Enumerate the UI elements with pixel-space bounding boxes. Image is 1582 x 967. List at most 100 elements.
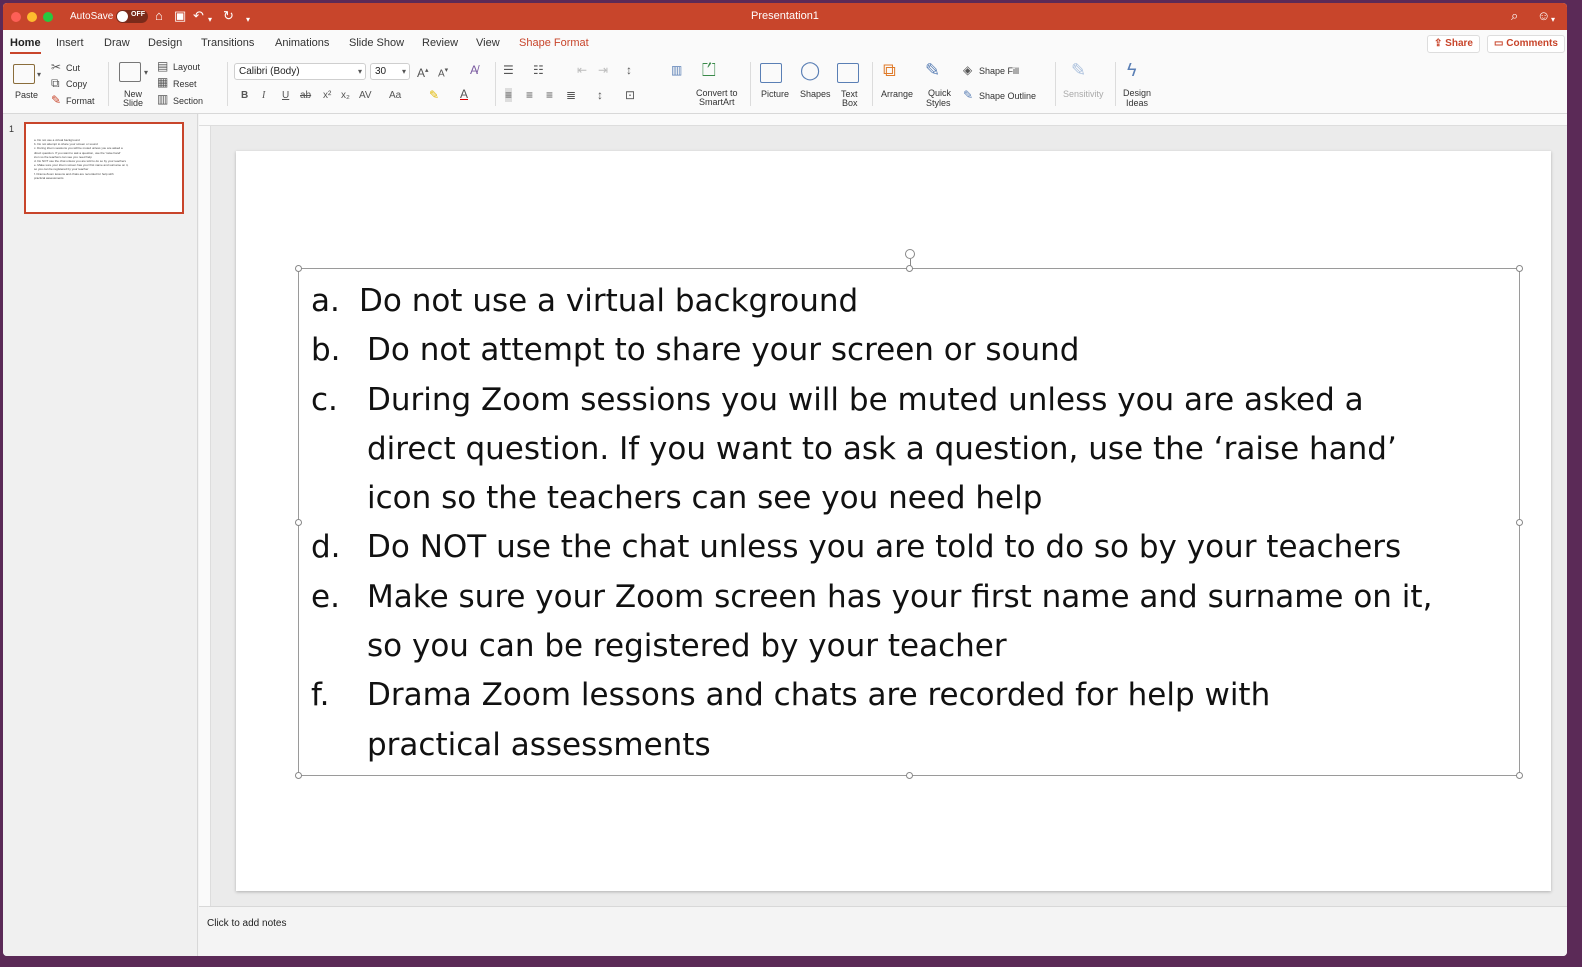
tab-home[interactable]: Home [10,37,41,54]
resize-handle-bottom-right[interactable] [1516,772,1523,779]
paste-dropdown-icon[interactable]: ▾ [37,68,41,82]
share-button[interactable]: ⇪ Share [1427,35,1480,53]
shape-outline-icon[interactable]: ✎ [963,88,973,102]
search-icon[interactable]: ⌕ [1511,8,1518,24]
shape-fill-icon[interactable]: ◈ [963,63,972,77]
document-title: Presentation1 [751,10,819,22]
arrange-label[interactable]: Arrange [881,89,913,99]
tab-shape-format[interactable]: Shape Format [519,37,589,49]
justify-icon[interactable]: ≣ [566,88,576,102]
new-slide-dropdown-icon[interactable]: ▾ [144,66,148,80]
reset-icon[interactable]: ▦ [157,75,168,89]
copy-label[interactable]: Copy [66,79,87,89]
text-box-label-2[interactable]: Box [842,98,858,108]
tab-slide-show[interactable]: Slide Show [349,37,404,49]
design-ideas-label-2[interactable]: Ideas [1126,98,1148,108]
shape-outline-label[interactable]: Shape Outline [979,91,1036,101]
tab-view[interactable]: View [476,37,500,49]
design-ideas-label-1[interactable]: Design [1123,88,1151,98]
quick-styles-label-2[interactable]: Styles [926,98,951,108]
font-size-select[interactable]: 30 ▾ [370,63,410,80]
resize-handle-bottom[interactable] [906,772,913,779]
section-label[interactable]: Section [173,96,203,106]
reset-label[interactable]: Reset [173,79,197,89]
picture-label[interactable]: Picture [761,89,789,99]
resize-handle-left[interactable] [295,519,302,526]
powerpoint-window: AutoSave OFF ⌂ ▣ ↶ ▾ ↻ ▾ Presentation1 ⌕… [3,3,1567,956]
tab-design[interactable]: Design [148,37,182,49]
layout-icon[interactable]: ▤ [157,59,168,73]
align-left-icon[interactable]: ≡ [505,88,513,102]
highlight-icon[interactable]: ✎ [429,88,439,102]
slide[interactable]: a. Do not use a virtual background b. Do… [236,151,1551,891]
clear-formatting-icon[interactable]: A̸ [470,63,478,77]
cut-icon[interactable]: ✂ [51,60,61,74]
convert-smartart-label-2[interactable]: SmartArt [699,97,735,107]
account-icon[interactable]: ☺ [1537,8,1550,24]
quick-styles-label-1[interactable]: Quick [928,88,951,98]
account-dropdown-icon[interactable]: ▾ [1551,12,1555,28]
cut-label[interactable]: Cut [66,63,80,73]
align-center-icon[interactable]: ≡ [526,88,533,102]
shapes-label[interactable]: Shapes [800,89,831,99]
horizontal-ruler[interactable] [199,114,1567,126]
copy-icon[interactable]: ⧉ [51,76,60,90]
bullets-icon[interactable]: ☰ [503,63,514,77]
notes-pane[interactable]: Click to add notes [199,906,1567,956]
font-color-icon[interactable]: A [460,87,468,101]
text-box-icon[interactable] [837,63,859,83]
tab-animations[interactable]: Animations [275,37,329,49]
layout-label[interactable]: Layout [173,62,200,72]
underline-button[interactable]: U [282,89,289,103]
decrease-indent-icon[interactable]: ⇤ [577,63,587,77]
tab-draw[interactable]: Draw [104,37,130,49]
comments-button[interactable]: ▭ Comments [1487,35,1565,53]
character-spacing-button[interactable]: AV [359,89,372,103]
italic-button[interactable]: I [262,89,265,103]
columns-icon[interactable]: ▥ [671,63,682,77]
superscript-button[interactable]: x² [323,89,331,103]
section-icon[interactable]: ▥ [157,92,168,106]
quick-styles-icon[interactable]: ✎ [925,60,940,80]
tab-review[interactable]: Review [422,37,458,49]
align-text-icon[interactable]: ⊡ [625,88,635,102]
vertical-ruler[interactable] [199,126,211,906]
design-ideas-icon[interactable]: ϟ [1127,60,1137,80]
selected-text-box[interactable]: a. Do not use a virtual background b. Do… [295,249,1523,779]
resize-handle-top-right[interactable] [1516,265,1523,272]
notes-placeholder[interactable]: Click to add notes [207,918,287,929]
new-slide-icon[interactable] [119,62,141,82]
line-spacing-icon[interactable]: ↕ [626,63,632,77]
resize-handle-bottom-left[interactable] [295,772,302,779]
slide-thumbnail[interactable]: a. Do not use a virtual background b. Do… [24,122,184,214]
resize-handle-right[interactable] [1516,519,1523,526]
numbering-icon[interactable]: ☷ [533,63,544,77]
tab-transitions[interactable]: Transitions [201,37,254,49]
sensitivity-icon[interactable]: ✎ [1071,60,1086,80]
shapes-icon[interactable]: ◯ [800,60,820,80]
paste-label[interactable]: Paste [15,90,38,100]
bold-button[interactable]: B [241,89,248,103]
shape-fill-label[interactable]: Shape Fill [979,66,1019,76]
new-slide-label-2[interactable]: Slide [123,98,143,108]
text-direction-icon[interactable]: ↕ [597,88,603,102]
arrange-icon[interactable]: ⧉ [883,60,896,80]
subscript-button[interactable]: x₂ [341,89,350,103]
format-label[interactable]: Format [66,96,95,106]
align-right-icon[interactable]: ≡ [546,88,553,102]
format-painter-icon[interactable]: ✎ [51,93,61,107]
resize-handle-top-left[interactable] [295,265,302,272]
resize-handle-top[interactable] [906,265,913,272]
picture-icon[interactable] [760,63,782,83]
tab-insert[interactable]: Insert [56,37,84,49]
smartart-icon[interactable]: ⏍ [702,60,716,80]
paste-icon[interactable] [13,64,35,84]
font-name-select[interactable]: Calibri (Body) ▾ [234,63,366,80]
rotate-handle[interactable] [905,249,915,259]
sensitivity-label[interactable]: Sensitivity [1063,89,1104,99]
decrease-font-icon[interactable]: A▾ [438,64,448,81]
strikethrough-button[interactable]: ab [300,89,311,103]
change-case-button[interactable]: Aa [389,89,401,103]
increase-indent-icon[interactable]: ⇥ [598,63,608,77]
increase-font-icon[interactable]: A▴ [417,64,429,80]
